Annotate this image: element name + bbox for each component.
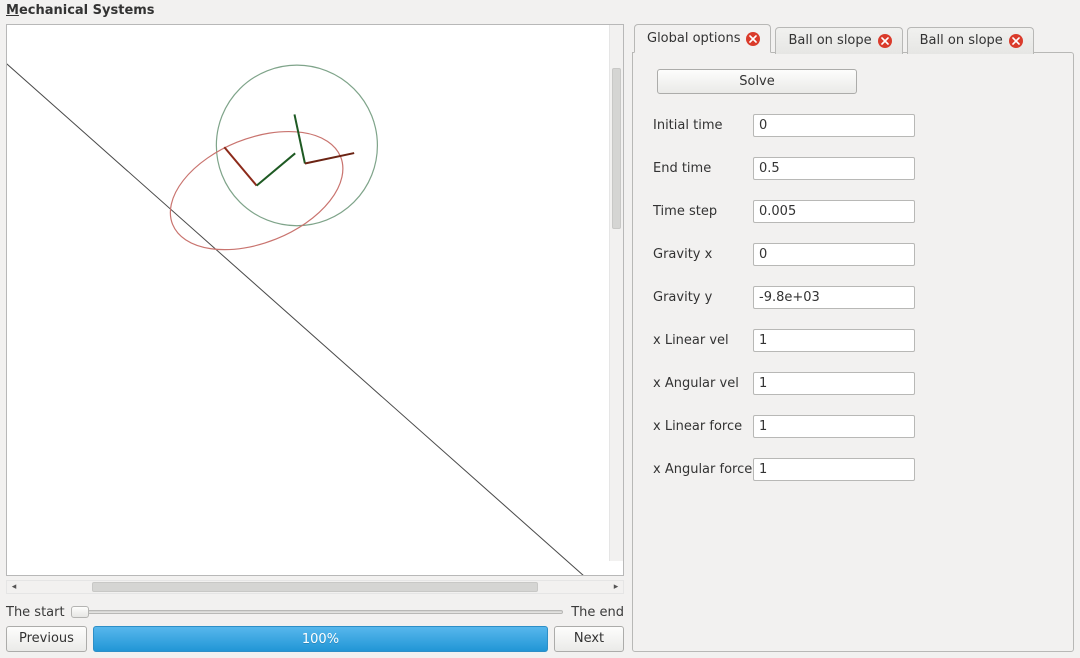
- end-time-input[interactable]: [753, 157, 915, 180]
- simulation-canvas[interactable]: [6, 24, 624, 576]
- window-title: Mechanical Systems: [0, 0, 1080, 24]
- options-panel: Solve Initial time End time Time step Gr…: [632, 52, 1074, 652]
- x-angular-vel-label: x Angular vel: [653, 376, 745, 391]
- gravity-x-input[interactable]: [753, 243, 915, 266]
- tab-label: Ball on slope: [788, 33, 871, 48]
- close-icon[interactable]: [746, 32, 760, 46]
- gravity-y-label: Gravity y: [653, 290, 745, 305]
- x-angular-force-input[interactable]: [753, 458, 915, 481]
- solve-button[interactable]: Solve: [657, 69, 857, 94]
- tab-ball-on-slope-1[interactable]: Ball on slope: [775, 27, 902, 54]
- progress-text: 100%: [302, 632, 339, 647]
- end-time-label: End time: [653, 161, 745, 176]
- initial-time-input[interactable]: [753, 114, 915, 137]
- previous-button[interactable]: Previous: [6, 626, 87, 652]
- gravity-x-label: Gravity x: [653, 247, 745, 262]
- slider-knob[interactable]: [71, 606, 89, 618]
- time-step-input[interactable]: [753, 200, 915, 223]
- close-icon[interactable]: [1009, 34, 1023, 48]
- initial-time-label: Initial time: [653, 118, 745, 133]
- tab-label: Global options: [647, 31, 740, 46]
- tab-global-options[interactable]: Global options: [634, 24, 771, 53]
- x-angular-vel-input[interactable]: [753, 372, 915, 395]
- gravity-y-input[interactable]: [753, 286, 915, 309]
- tab-bar: Global options Ball on slope Ball on slo…: [632, 24, 1074, 53]
- scene-svg: [7, 25, 623, 575]
- close-icon[interactable]: [878, 34, 892, 48]
- slider-end-label: The end: [571, 605, 624, 620]
- x-linear-vel-label: x Linear vel: [653, 333, 745, 348]
- x-linear-vel-input[interactable]: [753, 329, 915, 352]
- next-button[interactable]: Next: [554, 626, 624, 652]
- canvas-hscrollbar[interactable]: ◂ ▸: [6, 580, 624, 594]
- progress-bar: 100%: [93, 626, 548, 652]
- x-linear-force-input[interactable]: [753, 415, 915, 438]
- x-linear-force-label: x Linear force: [653, 419, 745, 434]
- tab-label: Ball on slope: [920, 33, 1003, 48]
- time-step-label: Time step: [653, 204, 745, 219]
- tab-ball-on-slope-2[interactable]: Ball on slope: [907, 27, 1034, 54]
- canvas-vscrollbar[interactable]: [609, 25, 623, 561]
- scroll-left-icon[interactable]: ◂: [7, 581, 21, 593]
- slider-start-label: The start: [6, 605, 65, 620]
- scroll-right-icon[interactable]: ▸: [609, 581, 623, 593]
- x-angular-force-label: x Angular force: [653, 462, 745, 477]
- time-slider[interactable]: [73, 604, 564, 620]
